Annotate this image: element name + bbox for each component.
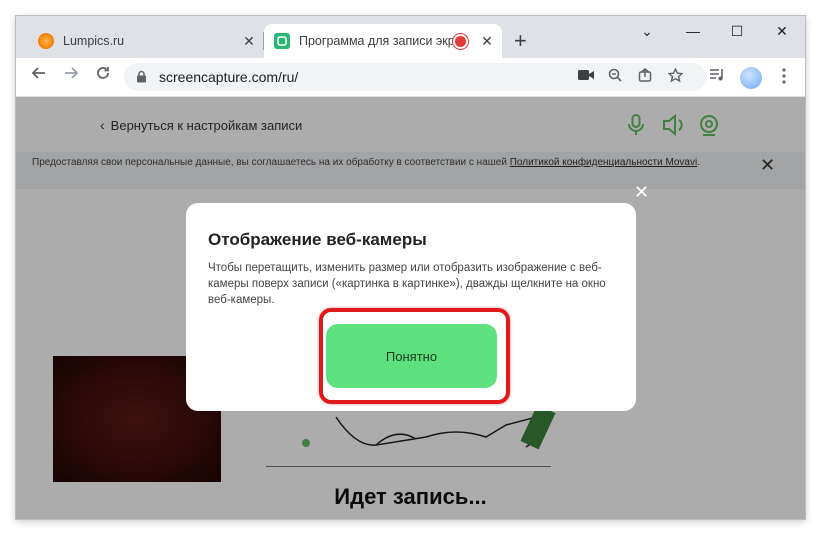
profile-avatar[interactable]	[740, 67, 762, 89]
lock-icon	[136, 70, 147, 88]
media-control-icon[interactable]	[706, 68, 728, 88]
kebab-menu-icon[interactable]	[773, 68, 795, 88]
tab-screencapture[interactable]: Программа для записи экра ✕	[264, 24, 502, 58]
tab-lumpics[interactable]: Lumpics.ru ✕	[28, 24, 264, 58]
modal-close-icon[interactable]: ✕	[634, 182, 649, 203]
tab-close-icon[interactable]: ✕	[238, 33, 260, 50]
dialog-title: Отображение веб-камеры	[208, 230, 427, 249]
close-window-button[interactable]: ✕	[759, 16, 805, 48]
address-bar[interactable]: screencapture.com/ru/	[124, 63, 706, 91]
tab-title: Lumpics.ru	[63, 34, 125, 48]
zoom-icon[interactable]	[605, 68, 625, 86]
bookmark-star-icon[interactable]	[665, 67, 685, 86]
minimize-button[interactable]: —	[670, 16, 716, 48]
reload-icon[interactable]	[90, 64, 116, 90]
maximize-button[interactable]: ☐	[714, 16, 760, 48]
share-icon[interactable]	[635, 68, 655, 86]
new-tab-button[interactable]: +	[514, 28, 527, 54]
dialog-body: Чтобы перетащить, изменить размер или от…	[208, 262, 606, 306]
highlight-annotation	[319, 308, 510, 404]
back-arrow-icon[interactable]	[26, 64, 52, 90]
screencapture-favicon-icon	[274, 33, 290, 49]
tab-title: Программа для записи экра	[299, 34, 453, 48]
browser-toolbar: screencapture.com/ru/	[16, 58, 805, 97]
tab-close-icon[interactable]: ✕	[476, 33, 498, 50]
tab-search-icon[interactable]: ⌄	[624, 16, 670, 48]
recording-indicator-icon	[453, 33, 468, 49]
camera-icon[interactable]	[576, 68, 596, 86]
tab-strip: Lumpics.ru ✕ Программа для записи экра ✕…	[16, 16, 805, 58]
orange-favicon-icon	[38, 33, 54, 49]
url-text: screencapture.com/ru/	[159, 69, 299, 85]
browser-window: Lumpics.ru ✕ Программа для записи экра ✕…	[16, 16, 805, 519]
forward-arrow-icon[interactable]	[58, 64, 84, 90]
